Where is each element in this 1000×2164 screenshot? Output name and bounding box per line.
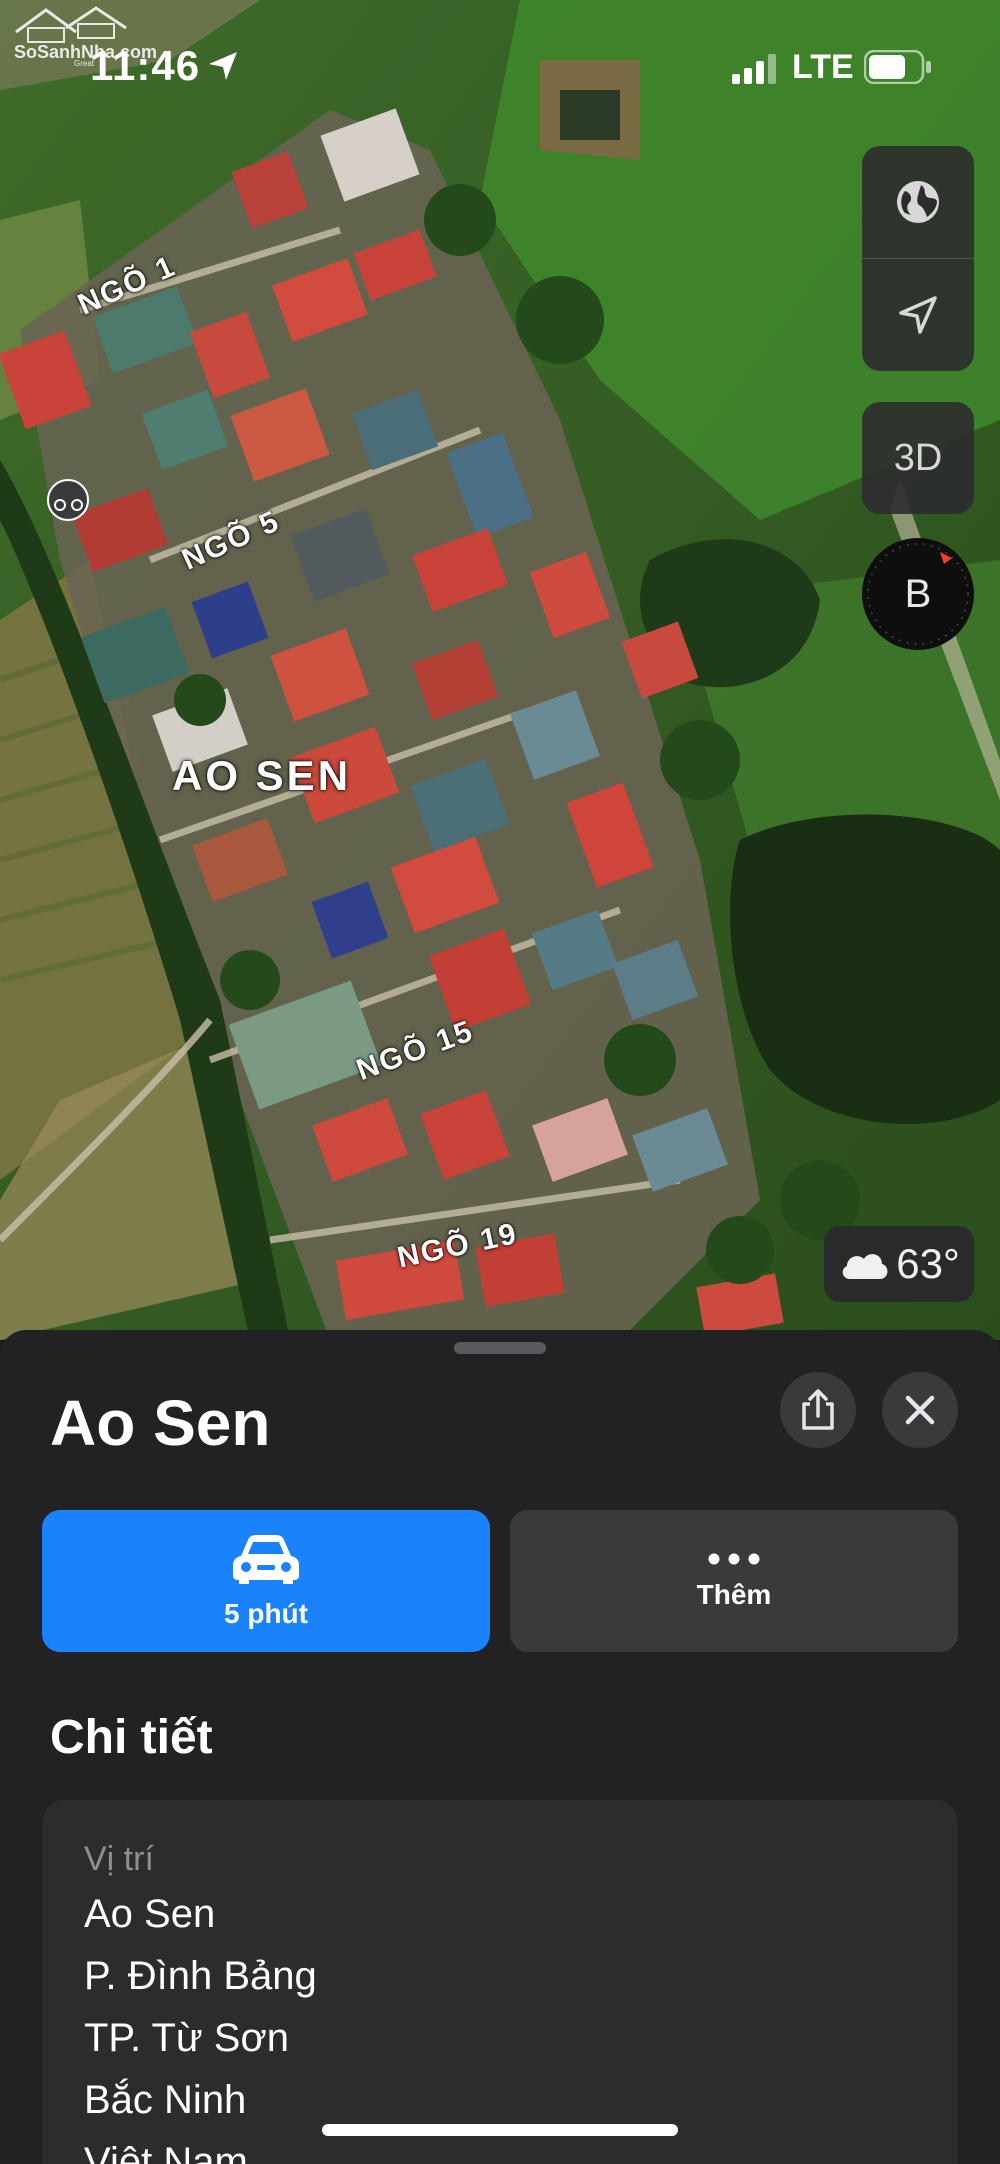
address-line: P. Đình Bảng — [84, 1954, 317, 1998]
details-heading: Chi tiết — [50, 1711, 213, 1764]
share-icon — [802, 1389, 834, 1430]
place-title: Ao Sen — [50, 1387, 271, 1459]
home-indicator[interactable] — [322, 2124, 678, 2136]
address-line: Việt Nam — [84, 2140, 248, 2164]
three-d-control: 3D — [862, 402, 974, 514]
ellipsis-icon — [708, 1553, 760, 1565]
sheet-grabber[interactable] — [454, 1342, 546, 1354]
satellite-map[interactable]: NGÕ 1 NGÕ 5 NGÕ 15 NGÕ 19 AO SEN 11:46 L… — [0, 0, 1000, 1340]
compass-button[interactable]: B — [862, 538, 974, 650]
address-line: Bắc Ninh — [84, 2078, 247, 2122]
address-line: TP. Từ Sơn — [84, 2016, 289, 2060]
cellular-signal-icon — [732, 54, 776, 84]
directions-button[interactable]: 5 phút — [42, 1510, 490, 1652]
location-arrow-icon — [209, 52, 237, 80]
location-card[interactable]: Vị trí Ao Sen P. Đình Bảng TP. Từ Sơn Bắ… — [42, 1800, 958, 2164]
globe-icon — [897, 181, 939, 223]
watermark-logo: SoSanhNha.com Great — [14, 6, 156, 68]
share-button[interactable] — [780, 1372, 856, 1448]
network-type: LTE — [792, 48, 854, 86]
more-label: Thêm — [696, 1579, 772, 1610]
map-mode-controls — [862, 146, 974, 371]
motorbike-poi-icon[interactable] — [47, 479, 89, 521]
close-button[interactable] — [882, 1372, 958, 1448]
more-button[interactable]: Thêm — [510, 1510, 958, 1652]
directions-label: 5 phút — [224, 1598, 308, 1629]
watermark-tagline: Great — [74, 59, 95, 68]
battery-icon — [864, 50, 931, 84]
area-label-ao-sen: AO SEN — [172, 752, 352, 799]
location-caption: Vị trí — [84, 1840, 154, 1878]
compass-ring — [867, 543, 969, 645]
three-d-button[interactable]: 3D — [862, 402, 974, 514]
car-icon — [233, 1535, 299, 1584]
satellite-imagery — [0, 0, 1000, 1340]
current-location-button[interactable] — [862, 259, 974, 371]
place-sheet: Ao Sen 5 phút Thêm Chi tiết Vị trí Ao Se… — [0, 1330, 1000, 2164]
address-line: Ao Sen — [84, 1892, 216, 1936]
cloud-icon — [842, 1254, 888, 1279]
map-style-button[interactable] — [862, 146, 974, 258]
close-icon — [905, 1395, 935, 1425]
location-arrow-icon — [899, 296, 937, 334]
weather-temperature: 63° — [896, 1240, 960, 1287]
weather-badge: 63° — [824, 1226, 974, 1302]
